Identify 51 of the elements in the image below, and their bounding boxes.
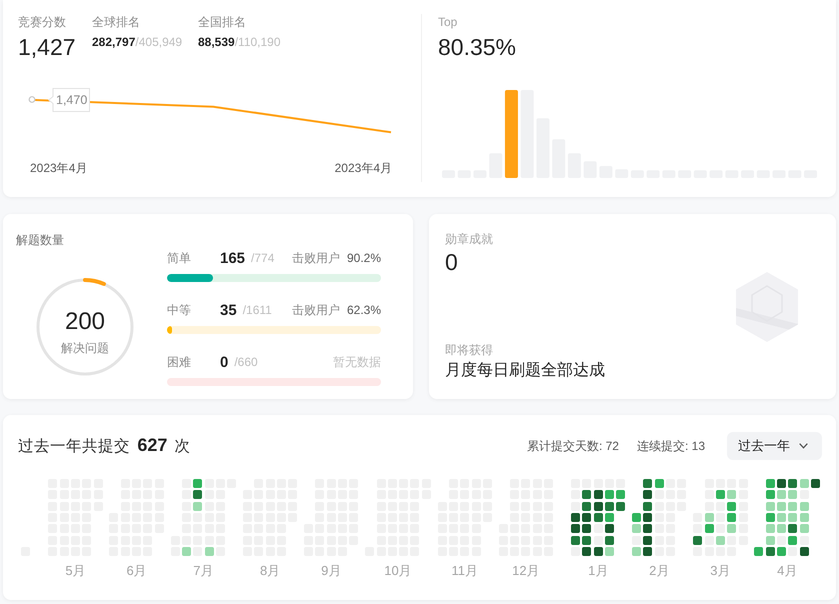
upcoming-badge-name: 月度每日刷题全部达成 xyxy=(445,360,606,381)
month-label: 3月 xyxy=(710,563,731,579)
badge-count: 0 xyxy=(445,248,459,276)
solved-title: 解题数量 xyxy=(16,232,65,248)
rating-value: 1,427 xyxy=(18,33,77,61)
month-label: 2月 xyxy=(649,563,670,579)
difficulty-label: 简单 xyxy=(167,250,192,266)
difficulty-solved-count: 0 xyxy=(220,354,228,370)
top-percent-value: 80.35% xyxy=(438,33,518,61)
point-marker-icon xyxy=(28,96,36,103)
badge-title: 勋章成就 xyxy=(445,231,494,247)
upcoming-badge-label: 即将获得 xyxy=(445,342,494,358)
month-label: 9月 xyxy=(321,563,342,579)
global-rank-value: 282,797/405,949 xyxy=(92,34,184,50)
difficulty-solved-count: 165 xyxy=(220,250,246,266)
month-label: 7月 xyxy=(193,563,214,579)
beats-percent: 90.2% xyxy=(346,251,381,265)
month-label: 12月 xyxy=(512,563,540,579)
difficulty-solved-count: 35 xyxy=(220,302,237,318)
range-dropdown[interactable]: 过去一年 xyxy=(727,432,822,460)
hexagon-badge-icon xyxy=(736,272,798,342)
chart-tooltip: 1,470 xyxy=(48,88,90,112)
beats-percent: 62.3% xyxy=(346,303,381,317)
month-label: 1月 xyxy=(588,563,608,579)
month-label: 8月 xyxy=(260,563,280,579)
rating-label: 竞赛分数 xyxy=(18,14,67,30)
national-rank-value: 88,539/110,190 xyxy=(198,34,281,50)
solved-caption: 解决问题 xyxy=(60,340,110,356)
difficulty-total-count: /660 xyxy=(234,355,258,369)
beats-label: 击败用户 xyxy=(292,250,340,266)
top-percent-label: Top xyxy=(438,14,458,30)
x-axis-label: 2023年4月 xyxy=(30,160,88,176)
chevron-down-icon xyxy=(799,443,808,449)
month-label: 5月 xyxy=(65,563,86,579)
month-label: 10月 xyxy=(384,563,412,579)
global-rank-label: 全球排名 xyxy=(92,14,141,30)
month-label: 11月 xyxy=(452,563,478,579)
difficulty-total-count: /774 xyxy=(251,251,274,265)
submission-summary: 过去一年共提交 627 次 xyxy=(18,435,191,457)
month-label: 4月 xyxy=(777,563,798,579)
streak-stat: 连续提交: 13 xyxy=(636,438,705,454)
no-data-text: 暂无数据 xyxy=(333,354,381,370)
month-label: 6月 xyxy=(126,563,147,579)
solved-count: 200 xyxy=(64,308,106,336)
total-days-stat: 累计提交天数: 72 xyxy=(526,438,619,454)
national-rank-label: 全国排名 xyxy=(198,14,247,30)
difficulty-label: 困难 xyxy=(167,354,192,370)
difficulty-label: 中等 xyxy=(167,302,192,318)
difficulty-total-count: /1611 xyxy=(242,303,272,317)
x-axis-label: 2023年4月 xyxy=(334,160,392,176)
beats-label: 击败用户 xyxy=(292,302,340,318)
